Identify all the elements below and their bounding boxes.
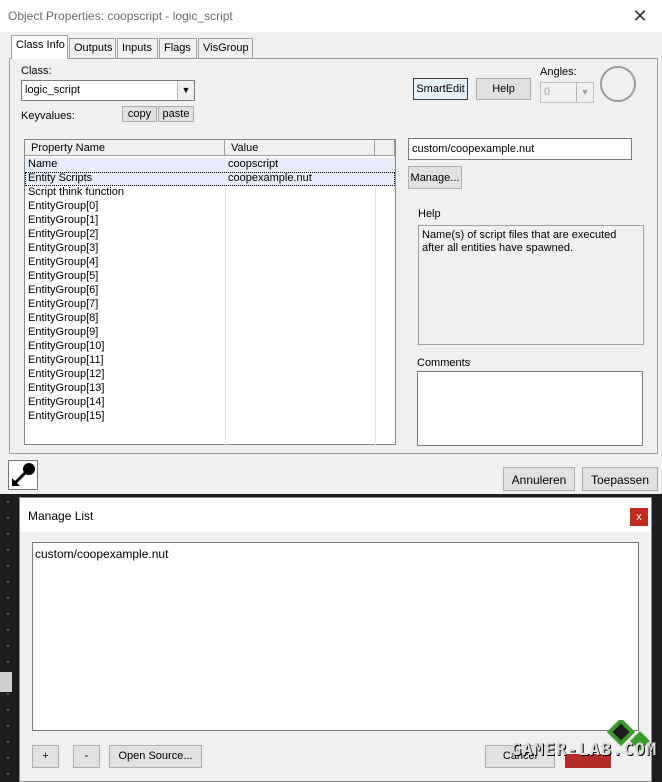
property-value-cell: coopexample.nut	[228, 172, 312, 184]
cancel-button[interactable]: Annuleren	[503, 467, 575, 491]
window-titlebar[interactable]: Object Properties: coopscript - logic_sc…	[0, 0, 662, 32]
tab-flags[interactable]: Flags	[159, 38, 197, 58]
table-row[interactable]: EntityGroup[6]	[25, 284, 395, 298]
chevron-down-icon: ▼	[576, 83, 593, 102]
tab-outputs[interactable]: Outputs	[69, 38, 116, 58]
open-source-button[interactable]: Open Source...	[109, 745, 202, 768]
list-item[interactable]: custom/coopexample.nut	[35, 547, 168, 561]
property-name-cell: Script think function	[28, 186, 124, 198]
table-row[interactable]: Script think function	[25, 186, 395, 200]
table-row[interactable]: EntityGroup[9]	[25, 326, 395, 340]
side-strip	[0, 672, 12, 692]
manage-list-titlebar[interactable]: Manage List x	[20, 498, 651, 532]
table-row[interactable]: EntityGroup[5]	[25, 270, 395, 284]
add-button-label: +	[42, 750, 49, 762]
close-icon[interactable]: ✕	[625, 3, 655, 29]
close-icon[interactable]: x	[630, 508, 648, 526]
property-name-cell: EntityGroup[1]	[28, 214, 99, 226]
add-button[interactable]: +	[32, 745, 59, 768]
property-name-cell: EntityGroup[12]	[28, 368, 105, 380]
angle-dial-icon[interactable]	[599, 65, 639, 105]
help-text: Name(s) of script files that are execute…	[418, 225, 644, 345]
property-name-cell: Name	[28, 158, 58, 170]
help-button-label: Help	[492, 83, 515, 95]
table-row[interactable]: Entity Scripts coopexample.nut	[25, 172, 395, 186]
angles-value: 0	[544, 86, 551, 98]
table-row[interactable]: EntityGroup[0]	[25, 200, 395, 214]
copy-button[interactable]: copy	[122, 106, 157, 122]
property-name-cell: EntityGroup[6]	[28, 284, 99, 296]
help-label: Help	[418, 208, 441, 220]
class-dropdown[interactable]: logic_script ▼	[21, 80, 195, 101]
tab-visgroup[interactable]: VisGroup	[198, 38, 253, 58]
watermark-logo: GAMER-LAB.COM	[505, 717, 658, 772]
property-name-cell: EntityGroup[14]	[28, 396, 105, 408]
property-name-cell: EntityGroup[3]	[28, 242, 99, 254]
property-name-cell: EntityGroup[8]	[28, 312, 99, 324]
chevron-down-icon: ▼	[177, 81, 194, 100]
property-name-cell: EntityGroup[13]	[28, 382, 105, 394]
copy-button-label: copy	[127, 108, 152, 120]
paste-button-label: paste	[162, 108, 190, 120]
table-row[interactable]: EntityGroup[12]	[25, 368, 395, 382]
column-header-value[interactable]: Value	[225, 140, 375, 156]
manage-button[interactable]: Manage...	[408, 166, 462, 189]
eyedropper-button[interactable]	[8, 460, 38, 490]
value-input-text: custom/coopexample.nut	[412, 143, 535, 155]
comments-textarea[interactable]	[417, 371, 643, 446]
keyvalues-table[interactable]: Property Name Value Name coopscript Entity…	[24, 139, 396, 446]
manage-list-title: Manage List	[28, 509, 94, 523]
angles-dropdown[interactable]: 0 ▼	[540, 82, 594, 103]
property-name-cell: Entity Scripts	[28, 172, 93, 184]
table-row[interactable]: EntityGroup[11]	[25, 354, 395, 368]
tab-class-info[interactable]: Class Info	[11, 35, 68, 59]
table-row[interactable]: EntityGroup[8]	[25, 312, 395, 326]
watermark-text: GAMER-LAB.COM	[511, 740, 658, 760]
manage-list-box[interactable]: custom/coopexample.nut	[32, 542, 639, 731]
property-name-cell: EntityGroup[2]	[28, 228, 99, 240]
table-row[interactable]: EntityGroup[3]	[25, 242, 395, 256]
comments-label: Comments	[417, 357, 471, 369]
column-header-filler	[375, 140, 395, 156]
help-button[interactable]: Help	[476, 78, 531, 100]
property-name-cell: EntityGroup[0]	[28, 200, 99, 212]
paste-button[interactable]: paste	[158, 106, 194, 122]
table-row[interactable]: EntityGroup[14]	[25, 396, 395, 410]
window-title: Object Properties: coopscript - logic_sc…	[8, 9, 233, 23]
smartedit-toggle[interactable]: SmartEdit	[413, 78, 468, 100]
table-row[interactable]: EntityGroup[10]	[25, 340, 395, 354]
table-row[interactable]: EntityGroup[2]	[25, 228, 395, 242]
table-row[interactable]: EntityGroup[15]	[25, 410, 395, 424]
table-row[interactable]: EntityGroup[13]	[25, 382, 395, 396]
manage-button-label: Manage...	[410, 172, 460, 184]
property-name-cell: EntityGroup[4]	[28, 256, 99, 268]
keyvalues-label: Keyvalues:	[21, 110, 75, 122]
open-source-button-label: Open Source...	[118, 750, 193, 762]
class-value: logic_script	[25, 84, 81, 96]
smartedit-label: SmartEdit	[416, 83, 465, 95]
cancel-button-label: Annuleren	[511, 473, 567, 487]
table-row[interactable]: EntityGroup[7]	[25, 298, 395, 312]
table-row[interactable]: EntityGroup[1]	[25, 214, 395, 228]
table-row[interactable]: EntityGroup[4]	[25, 256, 395, 270]
property-name-cell: EntityGroup[7]	[28, 298, 99, 310]
value-input[interactable]: custom/coopexample.nut	[408, 138, 632, 160]
remove-button[interactable]: -	[73, 745, 100, 768]
property-name-cell: EntityGroup[15]	[28, 410, 105, 422]
property-value-cell: coopscript	[228, 158, 279, 170]
apply-button-label: Toepassen	[590, 473, 650, 487]
property-name-cell: EntityGroup[10]	[28, 340, 105, 352]
property-name-cell: EntityGroup[5]	[28, 270, 99, 282]
remove-button-label: -	[84, 750, 89, 762]
table-row[interactable]: Name coopscript	[25, 158, 395, 172]
eyedropper-icon	[12, 463, 35, 486]
tab-inputs[interactable]: Inputs	[117, 38, 158, 58]
column-header-property-name[interactable]: Property Name	[25, 140, 225, 156]
property-name-cell: EntityGroup[11]	[28, 354, 104, 366]
class-label: Class:	[21, 65, 52, 77]
property-name-cell: EntityGroup[9]	[28, 326, 99, 338]
angles-label: Angles:	[540, 66, 577, 78]
apply-button[interactable]: Toepassen	[582, 467, 658, 491]
